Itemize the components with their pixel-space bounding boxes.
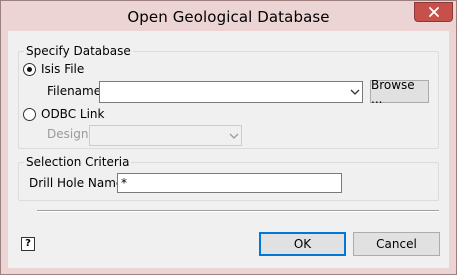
odbc-link-label[interactable]: ODBC Link [41,107,104,121]
isis-file-label[interactable]: Isis File [41,62,84,76]
browse-button-label: Browse ... [371,77,415,106]
close-icon [428,7,439,17]
cancel-button[interactable]: Cancel [353,232,440,256]
chevron-down-icon[interactable] [350,87,360,97]
ok-button-label: OK [293,237,312,251]
drill-hole-name-value: * [121,176,127,190]
title-bar[interactable]: Open Geological Database [1,1,456,31]
help-icon[interactable]: ? [21,237,35,251]
chevron-down-icon[interactable] [229,131,239,141]
window-title: Open Geological Database [127,8,330,26]
filename-label: Filename [47,84,102,98]
browse-button[interactable]: Browse ... [370,77,429,106]
drill-hole-name-label: Drill Hole Name [29,176,124,190]
cancel-button-label: Cancel [376,237,417,251]
design-combobox[interactable] [89,125,242,146]
selection-criteria-title: Selection Criteria [24,155,132,169]
odbc-link-radio[interactable] [23,108,36,121]
filename-combobox[interactable] [99,81,363,103]
isis-file-radio[interactable] [23,63,36,76]
ok-button[interactable]: OK [259,232,346,256]
footer-separator [37,210,439,212]
radio-selected-dot [27,67,32,72]
drill-hole-name-input[interactable]: * [117,173,342,193]
design-label: Design [47,127,89,141]
help-glyph: ? [25,238,31,249]
dialog-window: Open Geological Database Specify Databas… [0,0,457,275]
specify-database-title: Specify Database [24,44,133,58]
close-button[interactable] [414,2,453,22]
dialog-body: Specify Database Isis File Filename Brow… [8,31,449,268]
